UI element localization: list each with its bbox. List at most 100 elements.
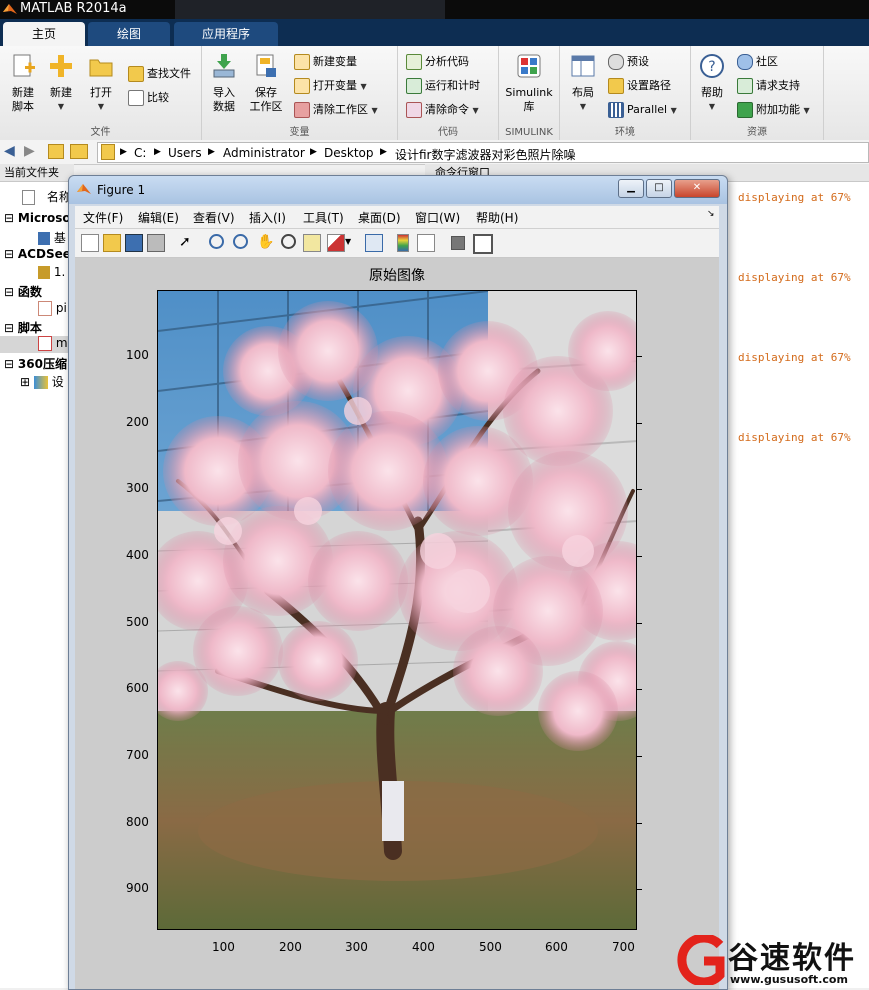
crumb-drive[interactable]: C: — [134, 146, 146, 160]
menu-window[interactable]: 窗口(W) — [415, 209, 460, 226]
image-axes[interactable] — [157, 290, 637, 930]
tree-group-scripts[interactable]: ⊟ 脚本 — [4, 319, 42, 336]
analyze-code-button[interactable]: 分析代码 — [406, 53, 469, 71]
open-variable-button[interactable]: 打开变量 ▼ — [294, 77, 367, 95]
save-icon[interactable] — [125, 234, 143, 252]
back-arrow-icon[interactable]: ◀ — [4, 143, 15, 159]
zoom-in-icon[interactable] — [209, 234, 224, 249]
request-support-button[interactable]: 请求支持 — [737, 77, 800, 95]
link-plot-icon[interactable] — [365, 234, 383, 252]
menu-file[interactable]: 文件(F) — [83, 209, 123, 226]
help-button[interactable]: ? 帮助 ▼ — [695, 52, 729, 114]
rotate-3d-icon[interactable] — [281, 234, 296, 249]
find-files-button[interactable]: 查找文件 — [128, 65, 191, 83]
dock-arrow-icon[interactable]: ↘ — [707, 209, 715, 219]
tree-item[interactable]: pi — [38, 301, 67, 316]
collapse-icon[interactable]: ⊟ — [4, 247, 14, 261]
path-field[interactable]: ▶ C: ▶ Users ▶ Administrator ▶ Desktop ▶… — [97, 142, 869, 163]
menu-tools[interactable]: 工具(T) — [303, 209, 344, 226]
parallel-button[interactable]: Parallel ▼ — [608, 101, 677, 119]
add-ons-button[interactable]: 附加功能 ▼ — [737, 101, 810, 119]
hide-plot-tools-icon[interactable] — [451, 236, 465, 250]
minimize-icon[interactable]: ▁ — [618, 179, 644, 198]
clear-workspace-button[interactable]: 清除工作区 ▼ — [294, 101, 378, 119]
tree-group-acdsee[interactable]: ⊟ ACDSee — [4, 247, 71, 261]
chevron-down-icon: ▼ — [579, 102, 587, 111]
maximize-icon[interactable]: □ — [646, 179, 672, 198]
set-path-button[interactable]: 设置路径 — [608, 77, 671, 95]
menu-help[interactable]: 帮助(H) — [476, 209, 518, 226]
support-icon — [737, 78, 753, 94]
new-script-button[interactable]: 新建 脚本 — [6, 52, 40, 114]
watermark-logo: 谷速软件 www.gususoft.com — [672, 933, 869, 988]
section-label-simulink: SIMULINK — [505, 127, 553, 138]
ribbon-tabs: 主页 绘图 应用程序 — [0, 19, 869, 46]
tree-item[interactable]: ⊞ 设 — [20, 373, 64, 390]
print-icon[interactable] — [147, 234, 165, 252]
compare-button[interactable]: 比较 — [128, 89, 169, 107]
new-variable-button[interactable]: 新建变量 — [294, 53, 357, 71]
open-button[interactable]: 打开 ▼ — [84, 52, 118, 114]
menu-insert[interactable]: 插入(I) — [249, 209, 286, 226]
preferences-button[interactable]: 预设 — [608, 53, 649, 71]
open-variable-icon — [294, 78, 310, 94]
tab-apps[interactable]: 应用程序 — [174, 22, 278, 46]
clear-commands-button[interactable]: 清除命令 ▼ — [406, 101, 479, 119]
crumb-users[interactable]: Users — [168, 146, 202, 160]
up-folder-icon[interactable] — [48, 144, 64, 159]
command-output-line: displaying at 67% — [738, 271, 851, 284]
ribbon-section-code: 分析代码 运行和计时 清除命令 ▼ 代码 — [398, 46, 499, 140]
tree-group-functions[interactable]: ⊟ 函数 — [4, 283, 42, 300]
legend-icon[interactable] — [417, 234, 435, 252]
collapse-icon[interactable]: ⊟ — [4, 285, 14, 299]
show-plot-tools-icon[interactable] — [473, 234, 493, 254]
collapse-icon[interactable]: ⊟ — [4, 321, 14, 335]
brush-icon[interactable] — [327, 234, 345, 252]
new-figure-icon[interactable] — [81, 234, 99, 252]
zoom-out-icon[interactable] — [233, 234, 248, 249]
tree-group-360zip[interactable]: ⊟ 360压缩 — [4, 355, 67, 372]
layout-button[interactable]: 布局 ▼ — [566, 52, 600, 114]
tab-plots[interactable]: 绘图 — [88, 22, 170, 46]
chevron-down-icon: ▼ — [803, 106, 810, 115]
save-workspace-icon — [256, 54, 276, 77]
tree-item[interactable]: 基 — [38, 229, 66, 246]
expand-icon[interactable]: ⊞ — [20, 375, 30, 389]
chevron-down-icon: ▼ — [360, 82, 367, 91]
open-file-icon[interactable] — [103, 234, 121, 252]
import-data-button[interactable]: 导入 数据 — [206, 52, 242, 114]
tree-item-selected[interactable]: m — [0, 336, 70, 353]
tab-home[interactable]: 主页 — [3, 22, 85, 46]
command-output-line: displaying at 67% — [738, 351, 851, 364]
chevron-down-icon: ▼ — [670, 106, 677, 115]
crumb-administrator[interactable]: Administrator — [223, 146, 305, 160]
save-workspace-button[interactable]: 保存 工作区 — [246, 52, 286, 114]
run-and-time-button[interactable]: 运行和计时 — [406, 77, 480, 95]
command-output-line: displaying at 67% — [738, 431, 851, 444]
tree-item[interactable]: 1. — [38, 265, 65, 279]
pointer-icon[interactable]: ➚ — [179, 234, 195, 250]
forward-arrow-icon[interactable]: ▶ — [24, 143, 35, 159]
data-cursor-icon[interactable] — [303, 234, 321, 252]
chevron-down-icon[interactable]: ▼ — [345, 234, 361, 250]
crumb-separator-icon: ▶ — [154, 147, 161, 157]
pan-hand-icon[interactable]: ✋ — [257, 234, 274, 250]
import-icon — [213, 54, 235, 78]
menu-edit[interactable]: 编辑(E) — [138, 209, 179, 226]
crumb-project-folder[interactable]: 设计fir数字滤波器对彩色照片除噪 — [395, 146, 576, 163]
community-button[interactable]: 社区 — [737, 53, 778, 71]
menu-desktop[interactable]: 桌面(D) — [358, 209, 401, 226]
section-label-code: 代码 — [438, 127, 458, 138]
browse-folder-icon[interactable] — [70, 144, 88, 159]
simulink-library-button[interactable]: Simulink 库 — [503, 52, 555, 114]
new-button[interactable]: 新建 ▼ — [44, 52, 78, 114]
help-icon: ? — [700, 54, 724, 78]
figure-toolbar: ➚ ✋ ▼ — [75, 229, 719, 258]
collapse-icon[interactable]: ⊟ — [4, 357, 14, 371]
menu-view[interactable]: 查看(V) — [193, 209, 235, 226]
figure-titlebar[interactable]: Figure 1 ▁ □ ✕ — [69, 176, 727, 204]
colorbar-icon[interactable] — [397, 234, 409, 252]
collapse-icon[interactable]: ⊟ — [4, 211, 14, 225]
crumb-desktop[interactable]: Desktop — [324, 146, 374, 160]
close-icon[interactable]: ✕ — [674, 179, 720, 198]
